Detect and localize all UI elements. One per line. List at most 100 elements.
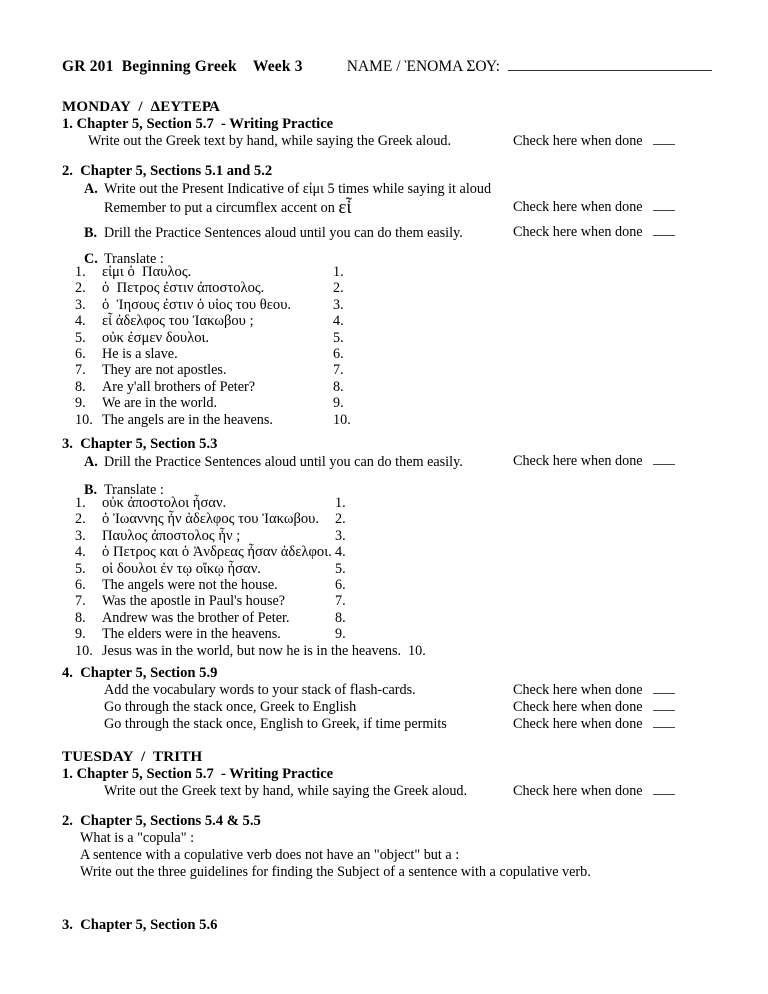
translate-row-answer-number[interactable]: 9. [335,626,346,643]
translate-row-answer-number[interactable]: 8. [333,379,344,396]
translate-row-answer-number[interactable]: 4. [333,313,344,330]
check-blank[interactable] [652,134,675,145]
page-header: GR 201 Beginning Greek Week 3 NAME / ῈΝΟ… [62,58,712,76]
translate-row-number: 7. [75,362,86,379]
translate-row-answer-number[interactable]: 9. [333,395,344,412]
translate-row-answer-number[interactable]: 10. [408,643,426,660]
check-item-monday-4-3[interactable]: Check here when done [513,716,675,733]
translate-row: 9. The elders were in the heavens. 9. [75,626,426,642]
translate-row-answer-number[interactable]: 1. [333,264,344,281]
item-line-tuesday-2-3: Write out the three guidelines for findi… [80,864,591,880]
item-line-tuesday-2-1: What is a "copula" : [80,830,195,846]
translate-row: 10. Jesus was in the world, but now he is… [75,643,426,659]
check-blank[interactable] [652,454,675,465]
worksheet-page: GR 201 Beginning Greek Week 3 NAME / ῈΝΟ… [0,0,768,994]
translate-row-number: 10. [75,411,93,428]
translate-row-number: 4. [75,313,86,330]
translate-row: 6. The angels were not the house. 6. [75,577,426,593]
item-line-tuesday-2-2: A sentence with a copulative verb does n… [80,847,460,863]
translate-row-answer-number[interactable]: 8. [335,610,346,627]
item-line-tuesday-1-1: Write out the Greek text by hand, while … [104,783,468,799]
check-label: Check here when done [513,133,643,149]
check-item-monday-1-1[interactable]: Check here when done [513,133,675,150]
translate-row-prompt: ὁ Πετρος ἐστιν ἀποστολος. [102,280,265,297]
translate-row: 3. ὁ Ἰησους ἐστιν ὁ υἱος του θεου. 3. [75,297,351,313]
translate-row-number: 3. [75,527,86,544]
check-blank[interactable] [652,700,675,711]
translate-row-prompt: οὐκ ἐσμεν δουλοι. [102,329,210,346]
translate-row-number: 6. [75,576,86,593]
item-head-tuesday-2: 2. Chapter 5, Sections 5.4 & 5.5 [62,813,261,829]
translate-row-number: 8. [75,609,86,626]
translate-row: 10. The angels are in the heavens. 10. [75,412,351,428]
translate-row: 4. ὁ Πετρος και ὁ Ἀνδρεας ἦσαν ἀδελφοι. 4. [75,544,426,560]
translate-row: 1. εἰμι ὁ Παυλος. 1. [75,264,351,280]
translate-row-number: 8. [75,378,86,395]
translate-row-answer-number[interactable]: 2. [335,511,346,528]
translate-row-answer-number[interactable]: 2. [333,280,344,297]
subitem-monday-2-a2: Remember to put a circumflex accent on ε… [104,197,352,218]
check-label: Check here when done [513,199,643,215]
check-blank[interactable] [652,683,675,694]
translate-row-answer-number[interactable]: 7. [333,362,344,379]
translate-row-prompt: Was the apostle in Paul's house? [102,593,286,610]
check-item-monday-4-1[interactable]: Check here when done [513,682,675,699]
translate-row-answer-number[interactable]: 3. [335,528,346,545]
translate-row-prompt: εἰμι ὁ Παυλος. [102,264,192,280]
translate-row-answer-number[interactable]: 1. [335,495,346,512]
sub-letter-a: A. [84,181,98,197]
translate-row: 4. εἶ ἀδελφος του Ἰακωβου ; 4. [75,313,351,329]
translate-row-answer-number[interactable]: 3. [333,297,344,314]
translate-row-number: 2. [75,511,86,528]
translate-row-answer-number[interactable]: 4. [335,544,346,561]
item-head-tuesday-3: 3. Chapter 5, Section 5.6 [62,917,218,933]
check-blank[interactable] [652,784,675,795]
item-line-monday-1-1: Write out the Greek text by hand, while … [88,133,452,149]
sub-line-monday-2-a2-prefix: Remember to put a circumflex accent on [104,200,339,216]
translate-row: 2. ὁ Πετρος ἐστιν ἀποστολος. 2. [75,280,351,296]
translate-row-prompt: ὁ Ἰησους ἐστιν ὁ υἱος του θεου. [102,296,292,313]
translate-list-monday-2: 1. εἰμι ὁ Παυλος. 1. 2. ὁ Πετρος ἐστιν ἀποστ… [75,264,351,428]
check-blank[interactable] [652,200,675,211]
translate-row-answer-number[interactable]: 6. [333,346,344,363]
translate-row-prompt: They are not apostles. [102,362,227,379]
item-head-tuesday-1: 1. Chapter 5, Section 5.7 - Writing Prac… [62,766,334,782]
translate-row-prompt: οἱ δουλοι ἐν τῳ οἴκῳ ἦσαν. [102,560,261,577]
translate-row-answer-number[interactable]: 7. [335,593,346,610]
translate-row: 5. οὐκ ἐσμεν δουλοι. 5. [75,330,351,346]
sub-line-monday-2-a1: Write out the Present Indicative of εἰμι… [104,181,492,197]
translate-row-answer-number[interactable]: 5. [333,330,344,347]
translate-row-number: 9. [75,395,86,412]
check-label: Check here when done [513,453,643,469]
check-blank[interactable] [652,225,675,236]
translate-row-number: 7. [75,593,86,610]
translate-row-answer-number[interactable]: 5. [335,561,346,578]
check-label: Check here when done [513,224,643,240]
course-title: GR 201 Beginning Greek Week 3 [62,58,303,75]
greek-word-ei: εἶ [338,197,352,218]
check-item-monday-3-a[interactable]: Check here when done [513,453,675,470]
name-blank-line[interactable] [507,59,712,71]
translate-row-prompt: ὁ Ἰωαννης ἦν ἀδελφος του Ἰακωβου. [102,511,320,528]
check-item-tuesday-1-1[interactable]: Check here when done [513,783,675,800]
sub-letter-a: A. [84,454,98,470]
translate-row: 1. οὐκ ἀποστολοι ἦσαν. 1. [75,495,426,511]
translate-row-number: 6. [75,345,86,362]
translate-row-prompt: Andrew was the brother of Peter. [102,609,290,626]
translate-row-answer-number[interactable]: 6. [335,577,346,594]
translate-row-answer-number[interactable]: 10. [333,412,351,429]
check-blank[interactable] [652,717,675,728]
translate-row-number: 10. [75,642,93,659]
check-item-monday-2-a[interactable]: Check here when done [513,199,675,216]
name-label: NAME / ῈΝΟΜΑ ΣΟΥ: [346,58,500,75]
item-line-monday-4-3: Go through the stack once, English to Gr… [104,716,447,732]
day-heading-tuesday: TUESDAY / TRITH [62,749,203,765]
check-item-monday-4-2[interactable]: Check here when done [513,699,675,716]
translate-row: 2. ὁ Ἰωαννης ἦν ἀδελφος του Ἰακωβου. 2. [75,511,426,527]
check-item-monday-2-b[interactable]: Check here when done [513,224,675,241]
item-head-monday-3: 3. Chapter 5, Section 5.3 [62,436,218,452]
translate-row-number: 1. [75,264,86,280]
translate-row-number: 4. [75,544,86,561]
item-head-monday-2: 2. Chapter 5, Sections 5.1 and 5.2 [62,163,273,179]
translate-row-number: 3. [75,296,86,313]
